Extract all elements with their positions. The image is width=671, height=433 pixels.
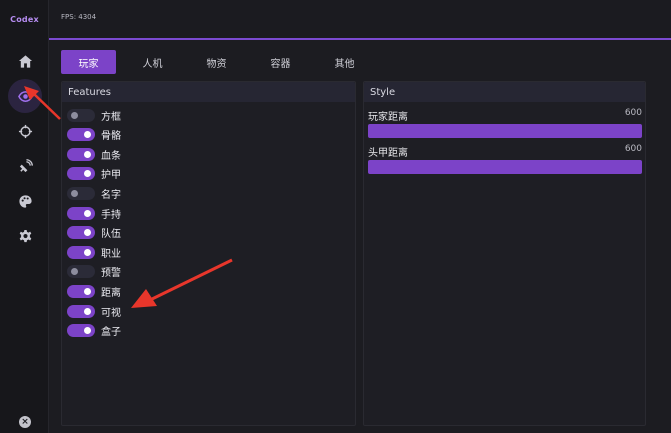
features-panel: Features 方框 骨骼 血条 护甲 名字 手持 队伍 职业 预警 距离 可… [61, 81, 356, 426]
sidebar: Codex × [0, 0, 49, 433]
feature-row: 名字 [67, 186, 121, 201]
feature-label: 血条 [101, 150, 121, 162]
satellite-icon [19, 158, 33, 172]
feature-label: 职业 [101, 248, 121, 260]
feature-toggle[interactable] [67, 226, 95, 240]
slider-row: 玩家距离 600 [368, 108, 642, 138]
nav-aim-button[interactable] [8, 114, 42, 148]
feature-row: 骨骼 [67, 128, 121, 142]
feature-toggle[interactable] [67, 147, 95, 161]
feature-row: 可视 [67, 304, 121, 319]
feature-row: 队伍 [67, 226, 121, 240]
feature-label: 预警 [101, 268, 121, 280]
nav-radar-button[interactable] [8, 149, 42, 183]
feature-label: 手持 [101, 209, 121, 221]
slider-row: 头甲距离 600 [368, 144, 642, 174]
category-tabs: 玩家 人机 物资 容器 其他 [61, 50, 381, 74]
eye-icon [17, 90, 33, 102]
fps-counter: FPS: 4304 [61, 13, 97, 21]
feature-row: 预警 [67, 265, 121, 279]
palette-icon [18, 194, 32, 208]
feature-label: 名字 [101, 189, 121, 201]
feature-toggle[interactable] [67, 128, 95, 142]
nav-style-button[interactable] [8, 184, 42, 218]
feature-label: 可视 [101, 307, 121, 319]
feature-toggle[interactable] [67, 324, 95, 338]
tab-items[interactable]: 物资 [189, 50, 244, 74]
feature-row: 血条 [67, 147, 121, 162]
feature-label: 队伍 [101, 229, 121, 241]
slider-fill [368, 124, 642, 138]
feature-row: 距离 [67, 284, 121, 299]
feature-row: 盒子 [67, 324, 121, 338]
home-icon [18, 54, 32, 68]
feature-toggle[interactable] [67, 108, 95, 122]
feature-toggle[interactable] [67, 245, 95, 259]
slider-label: 玩家距离 [368, 112, 408, 123]
tab-player[interactable]: 玩家 [61, 50, 116, 74]
tab-ai[interactable]: 人机 [125, 50, 180, 74]
feature-toggle[interactable] [67, 186, 95, 200]
feature-label: 方框 [101, 111, 121, 123]
tab-other[interactable]: 其他 [317, 50, 372, 74]
player-distance-slider[interactable] [368, 124, 642, 138]
feature-label: 骨骼 [101, 131, 121, 143]
tab-containers[interactable]: 容器 [253, 50, 308, 74]
features-title: Features [62, 82, 355, 102]
feature-row: 职业 [67, 245, 121, 260]
slider-value: 600 [624, 108, 642, 118]
feature-row: 手持 [67, 206, 121, 221]
feature-toggle[interactable] [67, 304, 95, 318]
feature-toggle[interactable] [67, 284, 95, 298]
app-window: Codex × FPS: 4304 玩家 人机 物资 容器 其他 Feature… [0, 0, 671, 433]
top-bar: FPS: 4304 [49, 0, 671, 40]
feature-toggle[interactable] [67, 265, 95, 279]
feature-row: 方框 [67, 108, 121, 123]
crosshair-icon [18, 124, 32, 138]
style-title: Style [364, 82, 645, 102]
slider-fill [368, 160, 642, 174]
armor-distance-slider[interactable] [368, 160, 642, 174]
feature-label: 盒子 [101, 327, 121, 339]
slider-value: 600 [624, 144, 642, 154]
brand-logo: Codex [10, 14, 39, 24]
feature-label: 距离 [101, 287, 121, 299]
feature-label: 护甲 [101, 170, 121, 182]
feature-row: 护甲 [67, 167, 121, 181]
nav-visuals-button[interactable] [8, 79, 42, 113]
gear-icon [19, 229, 31, 242]
feature-toggle[interactable] [67, 206, 95, 220]
feature-toggle[interactable] [67, 167, 95, 181]
nav-home-button[interactable] [8, 44, 42, 78]
slider-label: 头甲距离 [368, 148, 408, 159]
close-circle-icon[interactable]: × [19, 416, 31, 428]
nav-settings-button[interactable] [8, 219, 42, 253]
style-panel: Style 玩家距离 600 头甲距离 600 [363, 81, 646, 426]
